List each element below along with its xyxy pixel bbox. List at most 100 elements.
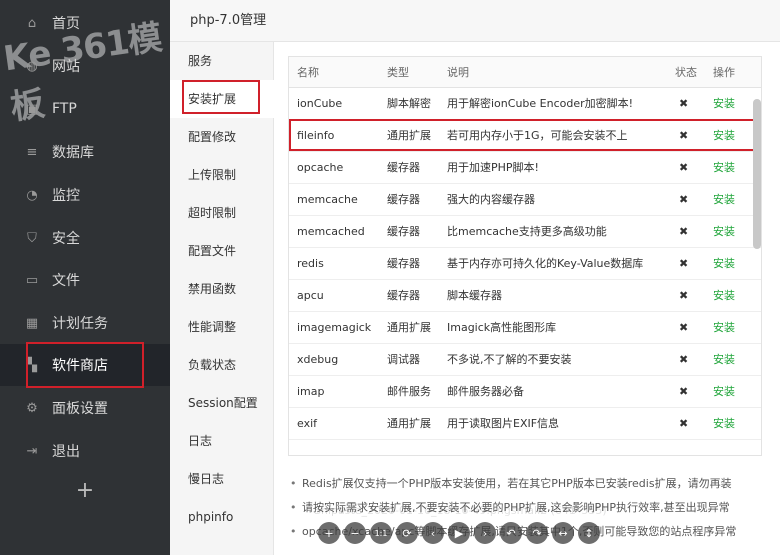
prev-icon[interactable]: ‹ (422, 522, 444, 544)
ext-name: ionCube (289, 87, 379, 120)
status-x-icon: ✖ (667, 279, 705, 312)
ext-desc: 比memcache支持更多高级功能 (439, 215, 667, 248)
next-icon[interactable]: › (474, 522, 496, 544)
sidebar-item-panel-settings[interactable]: ⚙ 面板设置 (0, 387, 170, 429)
col-name: 名称 (289, 57, 379, 88)
tab-load-status[interactable]: 负载状态 (170, 346, 274, 384)
tab-install-extension[interactable]: 安装扩展 (170, 80, 274, 118)
tab-slow-log[interactable]: 慢日志 (170, 460, 274, 498)
ext-desc: 用于解密ionCube Encoder加密脚本! (439, 87, 667, 120)
flip-v-icon[interactable]: ↕ (578, 522, 600, 544)
status-x-icon: ✖ (667, 119, 705, 152)
sidebar-item-label: 数据库 (52, 145, 94, 161)
tab-session[interactable]: Session配置 (170, 384, 274, 422)
undo-icon[interactable]: ↶ (500, 522, 522, 544)
ext-desc: 用于读取图片EXIF信息 (439, 407, 667, 440)
sidebar-item-ftp[interactable]: ▣ FTP (0, 88, 170, 130)
zoom-in-icon[interactable]: + (318, 522, 340, 544)
note-item: Redis扩展仅支持一个PHP版本安装使用，若在其它PHP版本已安装redis扩… (288, 472, 778, 496)
sidebar-item-label: 计划任务 (52, 316, 108, 332)
sidebar-item-files[interactable]: ▭ 文件 (0, 259, 170, 301)
extension-table-wrap[interactable]: 名称 类型 说明 状态 操作 ionCube 脚本解密 用于解密ionCube … (288, 56, 762, 456)
ext-type: 缓存器 (379, 279, 439, 312)
globe-icon: ◍ (26, 58, 38, 74)
ext-type: 缓存器 (379, 183, 439, 216)
tab-upload-limit[interactable]: 上传限制 (170, 156, 274, 194)
tab-service[interactable]: 服务 (170, 42, 274, 80)
sidebar-item-database[interactable]: ≡ 数据库 (0, 131, 170, 173)
sidebar-item-label: FTP (52, 101, 77, 117)
tab-disabled-functions[interactable]: 禁用函数 (170, 270, 274, 308)
ext-name: memcache (289, 183, 379, 216)
install-link[interactable]: 安装 (705, 343, 761, 376)
ext-desc: Imagick高性能图形库 (439, 311, 667, 344)
sidebar-item-label: 安全 (52, 231, 80, 247)
sidebar-item-logout[interactable]: ⇥ 退出 (0, 430, 170, 472)
extension-content: 名称 类型 说明 状态 操作 ionCube 脚本解密 用于解密ionCube … (274, 42, 780, 555)
sidebar-item-label: 首页 (52, 16, 80, 32)
tab-timeout-limit[interactable]: 超时限制 (170, 194, 274, 232)
col-op: 操作 (705, 57, 761, 88)
install-link[interactable]: 安装 (705, 247, 761, 280)
table-row: imap 邮件服务 邮件服务器必备 ✖ 安装 (289, 375, 761, 408)
tab-log[interactable]: 日志 (170, 422, 274, 460)
sidebar-item-monitor[interactable]: ◔ 监控 (0, 174, 170, 216)
flip-h-icon[interactable]: ↔ (552, 522, 574, 544)
status-x-icon: ✖ (667, 151, 705, 184)
tab-config-file[interactable]: 配置文件 (170, 232, 274, 270)
status-x-icon: ✖ (667, 343, 705, 376)
sidebar-item-security[interactable]: ⛉ 安全 (0, 217, 170, 259)
table-scrollbar[interactable] (753, 99, 761, 249)
col-desc: 说明 (439, 57, 667, 88)
extension-table: 名称 类型 说明 状态 操作 ionCube 脚本解密 用于解密ionCube … (289, 57, 761, 440)
actual-size-icon[interactable]: 1:1 (370, 522, 392, 544)
rotate-icon[interactable]: ⟳ (396, 522, 418, 544)
gear-icon: ⚙ (26, 400, 38, 416)
table-header-row: 名称 类型 说明 状态 操作 (289, 57, 761, 88)
calendar-icon: ▦ (25, 315, 39, 331)
status-x-icon: ✖ (667, 311, 705, 344)
database-icon: ≡ (26, 144, 38, 160)
play-icon[interactable]: ▶ (448, 522, 470, 544)
col-status: 状态 (667, 57, 705, 88)
sidebar-item-label: 文件 (52, 273, 80, 289)
watermark-overlay-text: Snipaste_2020-01-16_18-16-49.pngsmall2 (… (314, 504, 607, 517)
sidebar-item-app-store[interactable]: ▚ 软件商店 (0, 342, 170, 388)
sidebar-item-website[interactable]: ◍ 网站 (0, 45, 170, 87)
ext-desc: 邮件服务器必备 (439, 375, 667, 408)
tab-performance[interactable]: 性能调整 (170, 308, 274, 346)
highlight-box (182, 80, 260, 114)
ext-type: 调试器 (379, 343, 439, 376)
table-row: ionCube 脚本解密 用于解密ionCube Encoder加密脚本! ✖ … (289, 87, 761, 120)
ext-name: memcached (289, 215, 379, 248)
ext-desc: 不多说,不了解的不要安装 (439, 343, 667, 376)
table-row: memcached 缓存器 比memcache支持更多高级功能 ✖ 安装 (289, 215, 761, 248)
ext-type: 通用扩展 (379, 311, 439, 344)
sidebar-item-label: 面板设置 (52, 401, 108, 417)
modal-tabs: 服务 安装扩展 配置修改 上传限制 超时限制 配置文件 禁用函数 性能调整 负载… (170, 42, 274, 555)
install-link[interactable]: 安装 (705, 279, 761, 312)
ext-type: 脚本解密 (379, 87, 439, 120)
ext-desc: 基于内存亦可持久化的Key-Value数据库 (439, 247, 667, 280)
table-row-highlighted: fileinfo 通用扩展 若可用内存小于1G，可能会安装不上 ✖ 安装 (289, 119, 761, 152)
ext-name: imagemagick (289, 311, 379, 344)
install-link[interactable]: 安装 (705, 311, 761, 344)
status-x-icon: ✖ (667, 87, 705, 120)
sidebar-item-home[interactable]: ⌂ 首页 (0, 2, 170, 44)
sidebar-item-cron[interactable]: ▦ 计划任务 (0, 302, 170, 344)
tab-config-edit[interactable]: 配置修改 (170, 118, 274, 156)
sidebar-item-label: 监控 (52, 188, 80, 204)
sidebar-item-label: 网站 (52, 59, 80, 75)
tab-phpinfo[interactable]: phpinfo (170, 498, 274, 536)
table-row: imagemagick 通用扩展 Imagick高性能图形库 ✖ 安装 (289, 311, 761, 344)
modal-title: php-7.0管理 (170, 0, 780, 42)
home-icon: ⌂ (27, 15, 37, 31)
install-link[interactable]: 安装 (705, 407, 761, 440)
status-x-icon: ✖ (667, 215, 705, 248)
redo-icon[interactable]: ↷ (526, 522, 548, 544)
add-button[interactable]: + (0, 478, 170, 503)
sidebar: Ke 361模板 ⌂ 首页 ◍ 网站 ▣ FTP ≡ 数据库 ◔ 监控 ⛉ 安全… (0, 0, 170, 555)
table-row: redis 缓存器 基于内存亦可持久化的Key-Value数据库 ✖ 安装 (289, 247, 761, 280)
zoom-out-icon[interactable]: − (344, 522, 366, 544)
install-link[interactable]: 安装 (705, 375, 761, 408)
